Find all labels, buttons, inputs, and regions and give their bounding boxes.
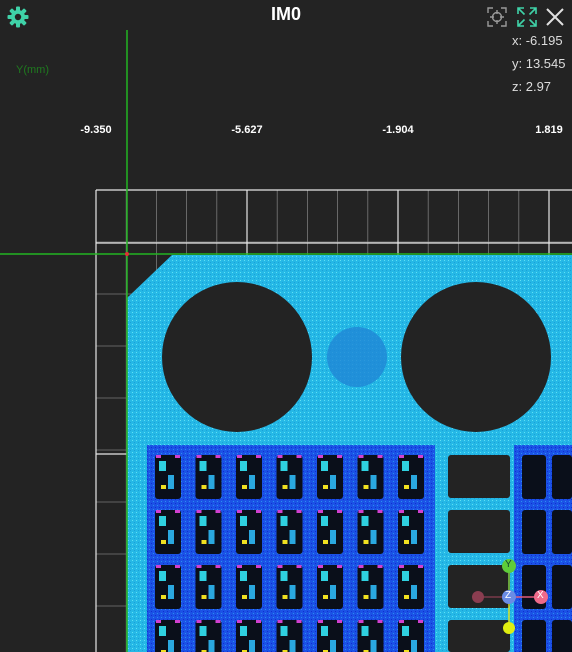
3d-viewer-panel[interactable]: Y Z X IM0 x: -6.195 y: 13.545 z: 2.97 Y(… — [0, 0, 572, 652]
point-cloud-viewport[interactable] — [0, 0, 572, 652]
crosshair-origin — [125, 252, 129, 256]
maximize-icon[interactable] — [516, 6, 538, 28]
x-tick-label: -9.350 — [80, 124, 112, 136]
x-tick-label: -1.904 — [382, 124, 414, 136]
gizmo-neg-x-handle — [472, 591, 484, 603]
gizmo-label-y: Y — [505, 559, 512, 570]
coord-x-readout: x: -6.195 — [512, 33, 563, 48]
cloud-dimple — [327, 327, 387, 387]
close-icon[interactable] — [544, 6, 566, 28]
gizmo-neg-y-handle — [503, 622, 515, 634]
coord-z-readout: z: 2.97 — [512, 79, 552, 94]
fit-view-icon[interactable] — [486, 6, 508, 28]
gizmo-label-x: X — [537, 590, 544, 601]
coord-y-readout: y: 13.545 — [512, 56, 566, 71]
x-tick-label: 1.819 — [535, 124, 563, 136]
gizmo-label-z: Z — [505, 590, 512, 601]
y-axis-label: Y(mm) — [16, 64, 49, 76]
cloud-hole-left — [162, 282, 312, 432]
x-tick-label: -5.627 — [231, 124, 263, 136]
cloud-hole-right — [401, 282, 551, 432]
